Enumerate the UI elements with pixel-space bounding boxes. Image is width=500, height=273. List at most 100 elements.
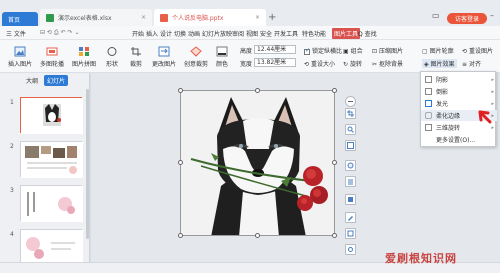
slide-thumbnail[interactable]	[20, 185, 83, 222]
minimize-icon[interactable]: –	[490, 11, 494, 20]
picture-tool-icon[interactable]	[345, 140, 356, 151]
slide-number: 4	[10, 231, 14, 238]
creative-crop-label: 创意裁剪	[184, 61, 209, 68]
menu-insert[interactable]: 插入	[146, 29, 158, 38]
shape-button[interactable]: 形状	[106, 46, 118, 68]
window-list-icon[interactable]: ▭	[432, 11, 440, 20]
red-arrow-icon	[478, 110, 492, 124]
height-input[interactable]: 12.44厘米	[254, 45, 296, 54]
minus-icon	[348, 101, 353, 102]
tab-pptx[interactable]: 个人说反电脑.pptx ×	[154, 9, 266, 26]
width-input[interactable]: 13.82厘米	[254, 58, 296, 67]
menu-picture-tools[interactable]: 图片工具	[332, 28, 361, 39]
settings-tool-icon[interactable]	[345, 244, 356, 255]
slide-panel-scrollbar[interactable]	[86, 89, 89, 239]
format-tool-icon[interactable]	[345, 194, 356, 205]
menu-security[interactable]: 安全	[260, 29, 272, 38]
remove-bg-label: 抠除背景	[378, 61, 403, 68]
menu-transition[interactable]: 切换	[174, 29, 186, 38]
chevron-right-icon: ▸	[491, 76, 494, 83]
align-button[interactable]: ≡ 对齐	[462, 59, 481, 68]
crop-tool-icon[interactable]	[345, 108, 356, 119]
menu-developer[interactable]: 开发工具	[274, 29, 298, 38]
slide-thumbnail[interactable]	[20, 141, 83, 178]
reset-picture-button[interactable]: ⟲ 重设图片	[462, 46, 493, 55]
picture-split-label: 图片拼图	[72, 61, 97, 68]
menu-item-more-settings[interactable]: 更多设置(O)...	[421, 134, 497, 145]
lock-ratio-checkbox[interactable]: 锁定纵横比	[304, 46, 342, 55]
zoom-icon	[347, 126, 354, 133]
menu-item-reflection[interactable]: 倒影 ▸	[421, 86, 497, 97]
close-icon[interactable]: ×	[255, 14, 260, 21]
picture-split-button[interactable]: 图片拼图	[72, 46, 96, 68]
crop-label: 裁剪	[130, 61, 143, 68]
rotate-button[interactable]: ↻ 旋转	[343, 59, 362, 68]
menu-quick-icons[interactable]: ⊟ ⟲ ⎙ ↶ ↷ ⌄	[40, 29, 79, 37]
slide-thumbnail[interactable]	[20, 97, 83, 134]
crop-button[interactable]: 裁剪	[130, 46, 142, 68]
align-label: 对齐	[468, 61, 481, 68]
tab-excel[interactable]: 演示excel表格.xlsx ×	[40, 9, 152, 26]
resize-handle[interactable]	[332, 88, 337, 93]
menu-slideshow[interactable]: 幻灯片放映	[202, 29, 232, 38]
edit-tool-icon[interactable]	[345, 212, 356, 223]
color-button[interactable]: 颜色	[216, 46, 228, 68]
resize-handle[interactable]	[332, 233, 337, 238]
tab-home-label: 首页	[8, 16, 21, 24]
menu-design[interactable]: 设计	[160, 29, 172, 38]
pptx-file-icon	[160, 13, 168, 22]
slide-number: 2	[10, 143, 14, 150]
collapse-tools-icon[interactable]	[345, 96, 356, 107]
more-tool-icon[interactable]	[345, 228, 356, 239]
resize-handle[interactable]	[255, 88, 260, 93]
resize-handle[interactable]	[178, 160, 183, 165]
search-button[interactable]: Q 查找	[358, 29, 377, 38]
creative-crop-button[interactable]: 创意裁剪	[184, 46, 208, 68]
menu-home[interactable]: 开始	[132, 29, 144, 38]
resize-handle[interactable]	[178, 88, 183, 93]
tab-slides[interactable]: 幻灯片	[44, 74, 69, 86]
selected-picture[interactable]	[180, 90, 335, 236]
resize-handle[interactable]	[178, 233, 183, 238]
login-button[interactable]: 访客登录	[447, 13, 487, 24]
menu-view[interactable]: 视图	[246, 29, 258, 38]
menu-item-glow[interactable]: 发光 ▸	[421, 98, 497, 109]
combine-button[interactable]: ▣ 组合	[343, 46, 363, 55]
checkbox-checked-icon	[304, 47, 310, 55]
flower-thumbnail-image	[21, 230, 83, 266]
rotate-label: 旋转	[349, 61, 362, 68]
insert-picture-button[interactable]: 插入图片	[8, 46, 32, 68]
tab-home[interactable]: 首页	[2, 12, 38, 26]
new-tab-icon[interactable]: +	[268, 12, 276, 23]
menu-animation[interactable]: 动画	[188, 29, 200, 38]
reset-size-button[interactable]: ⟲ 重设大小	[304, 59, 335, 68]
menu-item-label: 更多设置(O)...	[436, 137, 476, 144]
resize-handle[interactable]	[332, 160, 337, 165]
rotation-3d-icon	[425, 124, 432, 131]
remove-bg-button[interactable]: ✂ 抠除背景	[372, 59, 403, 68]
multi-crop-button[interactable]: 多图轮播	[40, 46, 64, 68]
login-label: 访客登录	[454, 16, 479, 23]
close-icon[interactable]: ×	[141, 14, 146, 21]
soft-edges-icon	[425, 112, 432, 119]
picture-outline-button[interactable]: ▢ 图片轮廓	[422, 46, 454, 55]
menu-item-label: 三维旋转	[436, 125, 461, 132]
resize-handle[interactable]	[255, 233, 260, 238]
tab-outline[interactable]: 大纲	[26, 76, 38, 85]
layer-icon	[348, 179, 353, 185]
layer-tool-icon[interactable]	[345, 176, 356, 187]
slide-panel: 大纲 幻灯片 1 2 3 4	[0, 73, 90, 273]
shape-label: 形状	[106, 61, 119, 68]
picture-effect-button[interactable]: ◈ 图片效果	[422, 59, 457, 68]
format-icon	[348, 197, 353, 202]
file-menu[interactable]: 三 文件	[6, 29, 26, 38]
change-picture-button[interactable]: 更改图片	[152, 46, 176, 68]
effect-tool-icon[interactable]	[345, 160, 356, 171]
slide-thumbnail[interactable]	[20, 229, 83, 266]
menu-review[interactable]: 审阅	[232, 29, 244, 38]
menu-item-label: 倒影	[436, 89, 449, 96]
menu-special[interactable]: 特色功能	[302, 29, 326, 38]
zoom-tool-icon[interactable]	[345, 124, 356, 135]
compress-button[interactable]: ⊡ 压缩图片	[372, 46, 403, 55]
menu-item-shadow[interactable]: 阴影 ▸	[421, 74, 497, 85]
